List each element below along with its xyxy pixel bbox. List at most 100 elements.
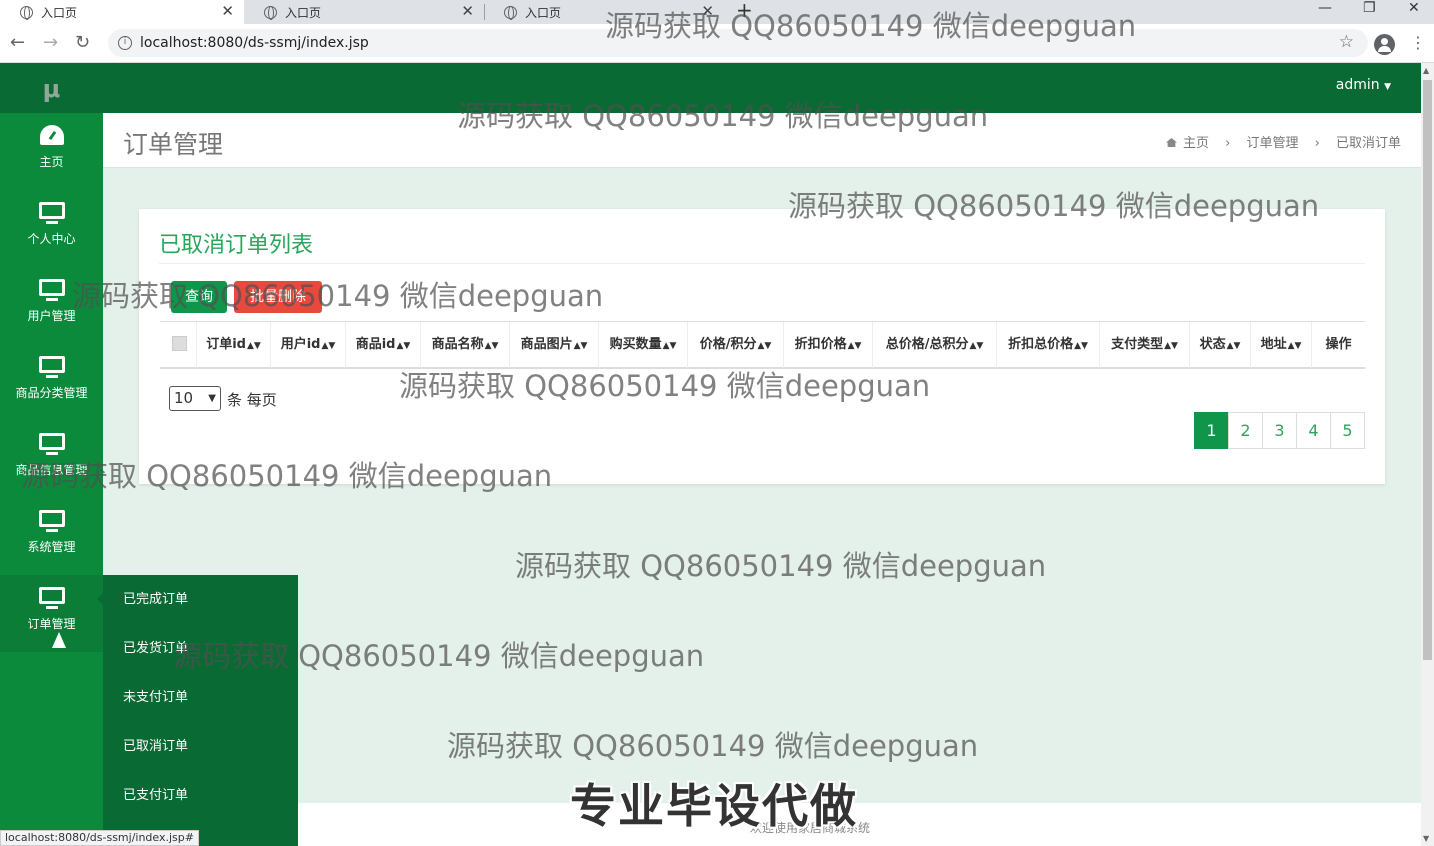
globe-icon bbox=[264, 5, 277, 20]
tab-title: 入口页 bbox=[41, 5, 78, 20]
breadcrumb-separator-icon: › bbox=[1225, 136, 1231, 151]
address-bar[interactable]: i localhost:8080/ds-ssmj/index.jsp ☆ bbox=[108, 29, 1368, 57]
column-header[interactable]: 地址▲▼ bbox=[1250, 322, 1311, 368]
caret-down-icon: ▼ bbox=[1384, 82, 1391, 92]
page-button[interactable]: 5 bbox=[1330, 412, 1365, 449]
column-header[interactable]: 用户id▲▼ bbox=[270, 322, 345, 368]
restore-icon[interactable]: ❐ bbox=[1363, 0, 1376, 16]
sort-icon: ▲▼ bbox=[1074, 341, 1088, 351]
sidebar-item-label: 个人中心 bbox=[27, 232, 76, 246]
tab-title: 入口页 bbox=[285, 5, 322, 20]
submenu-item-shipped[interactable]: 已发货订单 bbox=[103, 624, 298, 673]
column-header[interactable]: 总价格/总积分▲▼ bbox=[872, 322, 996, 368]
query-button[interactable]: 查询 bbox=[171, 281, 227, 313]
monitor-icon bbox=[38, 510, 66, 534]
browser-tab-2[interactable]: 入口页 ✕ bbox=[244, 0, 484, 24]
sidebar-item-system[interactable]: 系统管理 bbox=[0, 498, 103, 575]
breadcrumb-orders[interactable]: 订单管理 bbox=[1246, 136, 1298, 151]
column-header[interactable]: 折扣价格▲▼ bbox=[783, 322, 872, 368]
page-button[interactable]: 1 bbox=[1194, 412, 1229, 449]
sidebar: μ 主页 个人中心 用户管理 商品分类管理 商品信息管理 系统管理 订单管理 bbox=[0, 63, 103, 846]
column-header[interactable]: 订单id▲▼ bbox=[196, 322, 270, 368]
sidebar-item-categories[interactable]: 商品分类管理 bbox=[0, 344, 103, 421]
close-icon[interactable]: ✕ bbox=[461, 2, 474, 20]
sidebar-item-profile[interactable]: 个人中心 bbox=[0, 190, 103, 267]
page-button[interactable]: 4 bbox=[1296, 412, 1331, 449]
sort-icon: ▲▼ bbox=[662, 341, 677, 351]
sort-icon: ▲▼ bbox=[396, 341, 411, 351]
reload-icon[interactable]: ↻ bbox=[75, 32, 90, 53]
submenu-item-completed[interactable]: 已完成订单 bbox=[103, 575, 298, 624]
close-icon[interactable]: ✕ bbox=[221, 2, 234, 20]
column-header: 操作 bbox=[1311, 322, 1365, 368]
sort-icon: ▲▼ bbox=[246, 341, 261, 351]
main-content: 订单管理 主页 › 订单管理 › 已取消订单 已取消订单列表 查询 批量删除 订… bbox=[103, 113, 1421, 803]
sort-icon: ▲▼ bbox=[847, 341, 862, 351]
breadcrumb-separator-icon: › bbox=[1314, 136, 1320, 151]
scroll-down-icon[interactable]: ▼ bbox=[1423, 834, 1429, 843]
globe-icon bbox=[20, 5, 33, 20]
back-icon[interactable]: ← bbox=[10, 32, 25, 53]
breadcrumb-current: 已取消订单 bbox=[1335, 136, 1401, 151]
column-header[interactable]: 状态▲▼ bbox=[1189, 322, 1250, 368]
monitor-icon bbox=[38, 356, 66, 380]
column-header[interactable]: 商品id▲▼ bbox=[345, 322, 420, 368]
column-header[interactable]: 购买数量▲▼ bbox=[598, 322, 687, 368]
sidebar-item-label: 商品分类管理 bbox=[15, 386, 88, 400]
sort-icon: ▲▼ bbox=[1226, 341, 1241, 351]
chevron-down-icon: ▼ bbox=[208, 393, 216, 404]
forward-icon[interactable]: → bbox=[43, 32, 58, 53]
mouse-cursor-icon bbox=[52, 632, 66, 648]
browser-menu-icon[interactable]: ⋮ bbox=[1410, 33, 1426, 52]
tab-title: 入口页 bbox=[525, 5, 562, 20]
sort-icon: ▲▼ bbox=[1164, 341, 1178, 351]
column-header[interactable]: 商品图片▲▼ bbox=[509, 322, 598, 368]
browser-tab-1[interactable]: 入口页 ✕ bbox=[0, 0, 244, 24]
monitor-icon bbox=[38, 433, 66, 457]
page-size-label: 条 每页 bbox=[227, 391, 277, 409]
sidebar-item-users[interactable]: 用户管理 bbox=[0, 267, 103, 344]
browser-toolbar: ← → ↻ i localhost:8080/ds-ssmj/index.jsp… bbox=[0, 24, 1434, 63]
browser-tabstrip: 入口页 ✕ 入口页 ✕ 入口页 ✕ + — ❐ ✕ bbox=[0, 0, 1434, 24]
page-scrollbar[interactable]: ▲ ▼ bbox=[1421, 63, 1434, 846]
page-button[interactable]: 2 bbox=[1228, 412, 1263, 449]
column-header[interactable]: 价格/积分▲▼ bbox=[687, 322, 783, 368]
profile-avatar-icon[interactable] bbox=[1374, 34, 1395, 55]
submenu-item-paid[interactable]: 已支付订单 bbox=[103, 771, 298, 820]
status-url: localhost:8080/ds-ssmj/index.jsp# bbox=[0, 830, 199, 846]
scroll-up-icon[interactable]: ▲ bbox=[1423, 66, 1429, 75]
batch-delete-button[interactable]: 批量删除 bbox=[234, 281, 322, 313]
user-menu[interactable]: admin ▼ bbox=[1336, 77, 1391, 93]
list-title: 已取消订单列表 bbox=[159, 233, 314, 258]
sort-icon: ▲▼ bbox=[484, 341, 499, 351]
window-close-icon[interactable]: ✕ bbox=[1408, 0, 1420, 16]
close-icon[interactable]: ✕ bbox=[701, 2, 714, 20]
submenu-item-unpaid[interactable]: 未支付订单 bbox=[103, 673, 298, 722]
column-header[interactable]: 折扣总价格▲▼ bbox=[996, 322, 1099, 368]
orders-submenu: 已完成订单 已发货订单 未支付订单 已取消订单 已支付订单 bbox=[97, 575, 298, 846]
page-button[interactable]: 3 bbox=[1262, 412, 1297, 449]
select-all-checkbox[interactable] bbox=[172, 336, 187, 351]
info-icon[interactable]: i bbox=[118, 36, 132, 50]
submenu-item-cancelled[interactable]: 已取消订单 bbox=[103, 722, 298, 771]
sort-icon: ▲▼ bbox=[1287, 341, 1302, 351]
dashboard-icon bbox=[38, 125, 66, 149]
username: admin bbox=[1335, 77, 1380, 93]
browser-tab-3[interactable]: 入口页 ✕ bbox=[484, 0, 724, 24]
breadcrumb: 主页 › 订单管理 › 已取消订单 bbox=[1154, 132, 1401, 151]
sidebar-item-label: 用户管理 bbox=[27, 309, 76, 323]
page-size-select[interactable]: 10 ▼ bbox=[169, 386, 221, 411]
column-header[interactable]: 支付类型▲▼ bbox=[1099, 322, 1189, 368]
bookmark-star-icon[interactable]: ☆ bbox=[1339, 32, 1354, 52]
minimize-icon[interactable]: — bbox=[1318, 0, 1332, 16]
globe-icon bbox=[504, 5, 517, 20]
breadcrumb-home[interactable]: 主页 bbox=[1183, 136, 1209, 151]
sidebar-item-home[interactable]: 主页 bbox=[0, 113, 103, 190]
sidebar-item-label: 系统管理 bbox=[27, 540, 76, 554]
pagination: 1 2 3 4 5 bbox=[1194, 412, 1365, 449]
column-header[interactable]: 商品名称▲▼ bbox=[420, 322, 509, 368]
scroll-thumb[interactable] bbox=[1423, 80, 1432, 660]
sidebar-item-products[interactable]: 商品信息管理 bbox=[0, 421, 103, 498]
monitor-icon bbox=[38, 279, 66, 303]
new-tab-icon[interactable]: + bbox=[736, 0, 753, 22]
